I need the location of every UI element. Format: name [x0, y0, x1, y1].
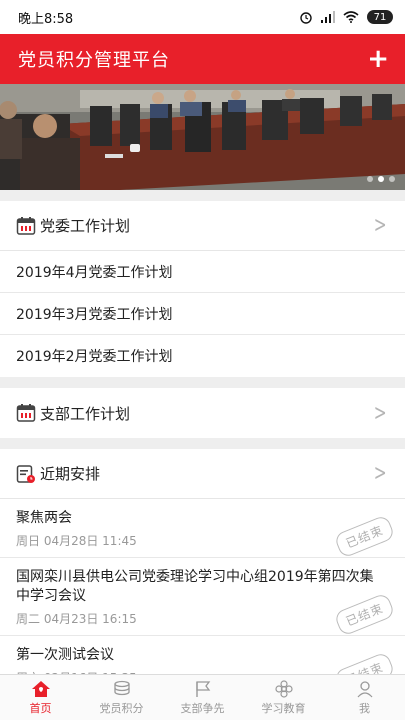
- calendar-icon: [16, 216, 36, 236]
- banner-carousel[interactable]: [0, 84, 405, 190]
- wifi-icon: [343, 11, 359, 23]
- flag-icon: [193, 680, 213, 698]
- meeting-time: 周日 04月28日 11:45: [16, 534, 137, 548]
- party-plan-header[interactable]: 党委工作计划 >: [0, 201, 405, 251]
- app-header: 党员积分管理平台 +: [0, 34, 405, 84]
- recent-header[interactable]: 近期安排 >: [0, 449, 405, 499]
- tab-study[interactable]: 学习教育: [243, 675, 324, 720]
- tab-home[interactable]: 首页: [0, 675, 81, 720]
- tab-points[interactable]: 党员积分: [81, 675, 162, 720]
- branch-plan-title: 支部工作计划: [40, 404, 131, 423]
- tab-label: 支部争先: [180, 701, 225, 715]
- carousel-dots: [367, 176, 395, 182]
- recent-section: 近期安排 > 聚焦两会 周日 04月28日 11:45 已结束 国网栾川县供电公…: [0, 449, 405, 696]
- page-title: 党员积分管理平台: [18, 50, 170, 71]
- signal-icon: [321, 11, 335, 23]
- person-icon: [355, 680, 375, 698]
- tab-label: 学习教育: [261, 701, 306, 715]
- chevron-right-icon: >: [373, 400, 387, 426]
- divider: [0, 190, 405, 201]
- meeting-item[interactable]: 聚焦两会 周日 04月28日 11:45 已结束: [0, 499, 405, 559]
- chevron-right-icon: >: [373, 461, 387, 486]
- status-bar: 晚上8:58 71: [0, 0, 405, 34]
- divider: [0, 438, 405, 449]
- party-plan-title: 党委工作计划: [40, 217, 131, 235]
- tab-label: 党员积分: [99, 701, 144, 715]
- meeting-item[interactable]: 国网栾川县供电公司党委理论学习中心组2019年第四次集中学习会议 周二 04月2…: [0, 558, 405, 637]
- carousel-dot-active[interactable]: [378, 176, 384, 182]
- banner-image: [0, 84, 405, 190]
- plan-item[interactable]: 2019年2月党委工作计划: [0, 335, 405, 377]
- alarm-icon: [299, 11, 313, 24]
- tab-label: 我: [359, 701, 370, 715]
- tab-branch[interactable]: 支部争先: [162, 675, 243, 720]
- party-plan-section: 党委工作计划 > 2019年4月党委工作计划 2019年3月党委工作计划 201…: [0, 201, 405, 377]
- carousel-dot[interactable]: [389, 176, 395, 182]
- meeting-title: 第一次测试会议: [16, 647, 114, 663]
- calendar-icon: [16, 403, 36, 423]
- branch-plan-header[interactable]: 支部工作计划 >: [0, 388, 405, 438]
- meeting-time: 周二 04月23日 16:15: [16, 612, 137, 626]
- status-icons: 71: [299, 10, 393, 24]
- tab-label: 首页: [29, 701, 52, 715]
- plan-item[interactable]: 2019年4月党委工作计划: [0, 251, 405, 293]
- branch-plan-section: 支部工作计划 >: [0, 388, 405, 438]
- status-time: 晚上8:58: [18, 11, 74, 27]
- meeting-title: 国网栾川县供电公司党委理论学习中心组2019年第四次集中学习会议: [16, 569, 374, 604]
- bottom-tab-bar: 首页 党员积分 支部争先 学习教育 我: [0, 674, 405, 720]
- carousel-dot[interactable]: [367, 176, 373, 182]
- home-icon: [31, 680, 51, 698]
- schedule-icon: [16, 464, 36, 484]
- coins-icon: [112, 680, 132, 698]
- meeting-title: 聚焦两会: [16, 510, 72, 526]
- tab-me[interactable]: 我: [324, 675, 405, 720]
- divider: [0, 377, 405, 388]
- add-button[interactable]: +: [367, 46, 389, 72]
- flower-icon: [274, 679, 294, 698]
- plan-item[interactable]: 2019年3月党委工作计划: [0, 293, 405, 335]
- recent-title: 近期安排: [40, 465, 101, 483]
- chevron-right-icon: >: [373, 213, 387, 238]
- battery-indicator: 71: [367, 10, 393, 24]
